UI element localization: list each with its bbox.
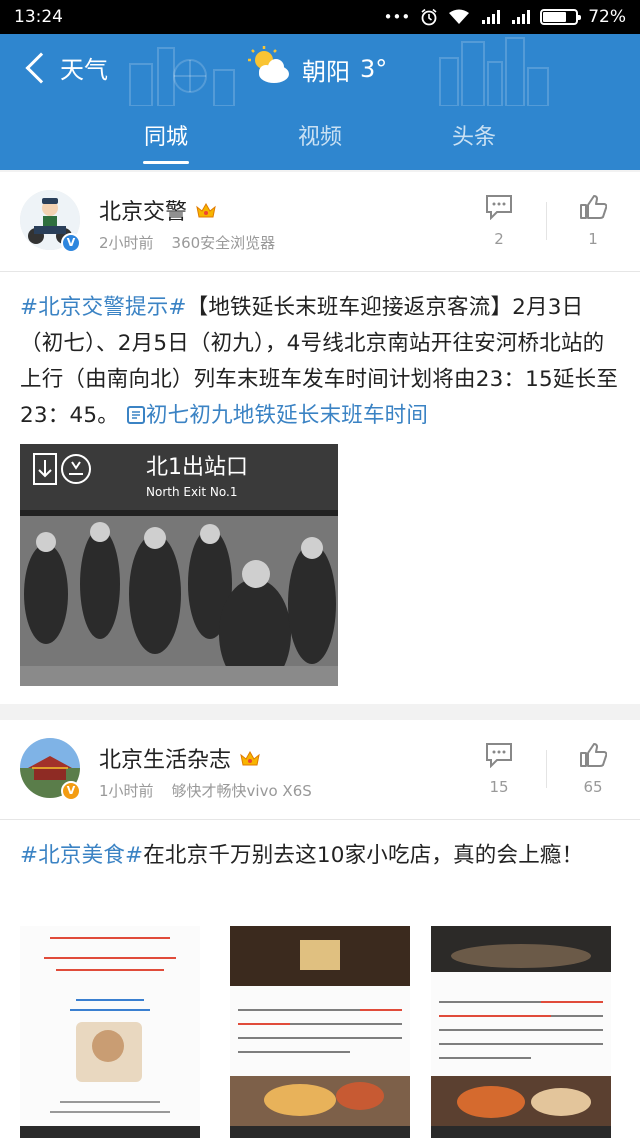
thumbs-up-icon <box>580 195 608 219</box>
post-time: 2小时前 <box>99 234 154 252</box>
post-text: #北京美食#在北京千万别去这10家小吃店，真的会上瘾！ <box>0 820 640 874</box>
like-count: 65 <box>583 778 603 796</box>
post-author[interactable]: 北京生活杂志 <box>99 742 261 774</box>
verified-badge-icon: V <box>61 233 81 253</box>
image-sign-cn: 北1出站口 <box>146 455 248 480</box>
wifi-icon <box>448 9 470 25</box>
post-card[interactable]: V 北京交警 2小时前 360安全浏览器 2 1 #北京交警提示#【地铁延长末班… <box>0 172 640 704</box>
post-source: 够快才畅快vivo X6S <box>171 782 312 800</box>
link-icon <box>126 406 145 424</box>
post-time: 1小时前 <box>99 782 154 800</box>
image-sign-en: North Exit No.1 <box>146 485 237 499</box>
comment-button[interactable]: 2 <box>474 194 524 248</box>
author-name: 北京生活杂志 <box>99 748 232 773</box>
grid-image[interactable] <box>431 926 611 1138</box>
post-body: 在北京千万别去这10家小吃店，真的会上瘾！ <box>143 843 584 868</box>
status-time: 13:24 <box>14 7 63 27</box>
tab-bar: 同城 视频 头条 <box>0 106 640 170</box>
crown-icon <box>240 750 260 766</box>
tab-video[interactable]: 视频 <box>243 106 397 170</box>
grid-image[interactable] <box>20 926 200 1138</box>
weather-temperature: 3° <box>360 55 388 83</box>
article-link-label: 初七初九地铁延长末班车时间 <box>145 403 429 428</box>
like-button[interactable]: 65 <box>568 742 618 796</box>
comment-count: 15 <box>489 778 509 796</box>
post-text: #北京交警提示#【地铁延长末班车迎接返京客流】2月3日（初七）、2月5日（初九）… <box>0 272 640 434</box>
partly-cloudy-icon <box>248 46 292 92</box>
tab-headlines[interactable]: 头条 <box>397 106 551 170</box>
comment-count: 2 <box>494 230 504 248</box>
post-header: V 北京交警 2小时前 360安全浏览器 2 1 <box>0 172 640 272</box>
post-author[interactable]: 北京交警 <box>99 194 217 226</box>
like-button[interactable]: 1 <box>568 194 618 248</box>
thumbs-up-icon <box>580 743 608 767</box>
post-card[interactable]: V 北京生活杂志 1小时前 够快才畅快vivo X6S 15 65 #北京美食#… <box>0 720 640 1138</box>
back-button[interactable]: 天气 <box>22 50 108 85</box>
tab-local[interactable]: 同城 <box>89 106 243 170</box>
signal-icon <box>480 9 501 25</box>
hashtag-link[interactable]: #北京美食# <box>20 843 143 868</box>
like-count: 1 <box>588 230 598 248</box>
crown-icon <box>196 202 216 218</box>
post-meta: 1小时前 够快才畅快vivo X6S <box>99 780 312 801</box>
weather-widget[interactable]: 朝阳 3° <box>248 46 387 92</box>
post-meta: 2小时前 360安全浏览器 <box>99 232 275 253</box>
post-source: 360安全浏览器 <box>171 234 276 252</box>
status-icons: ••• 72% <box>384 7 626 27</box>
grid-image[interactable] <box>230 926 410 1138</box>
battery-percent: 72% <box>588 7 626 27</box>
dots-icon: ••• <box>383 8 411 26</box>
signal-icon <box>510 9 531 25</box>
image-grid <box>20 926 620 1138</box>
verified-badge-icon: V <box>61 781 81 801</box>
status-bar: 13:24 ••• 72% <box>0 0 640 34</box>
chevron-left-icon <box>25 51 57 84</box>
app-header: 天气 朝阳 3° <box>0 34 640 106</box>
article-link[interactable]: 初七初九地铁延长末班车时间 <box>126 403 428 428</box>
alarm-icon <box>420 8 438 26</box>
comment-icon <box>486 195 512 221</box>
post-image[interactable]: 北1出站口 North Exit No.1 <box>20 444 338 686</box>
hashtag-link[interactable]: #北京交警提示# <box>20 295 187 320</box>
battery-fill <box>543 12 566 22</box>
author-name: 北京交警 <box>99 200 188 225</box>
comment-icon <box>486 743 512 769</box>
action-divider <box>546 750 547 788</box>
battery-icon <box>540 9 582 25</box>
post-header: V 北京生活杂志 1小时前 够快才畅快vivo X6S 15 65 <box>0 720 640 820</box>
back-label: 天气 <box>60 56 108 84</box>
comment-button[interactable]: 15 <box>474 742 524 796</box>
action-divider <box>546 202 547 240</box>
weather-location: 朝阳 <box>302 57 350 86</box>
